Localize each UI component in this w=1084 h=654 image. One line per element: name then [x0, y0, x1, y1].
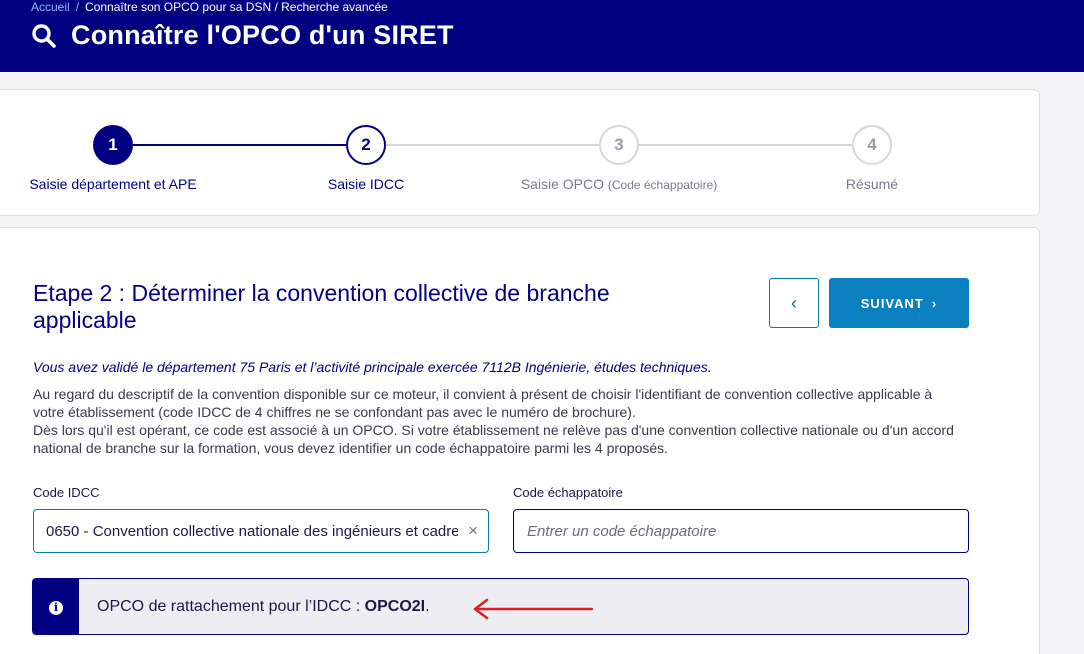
opco-info-text: OPCO de rattachement pour l’IDCC : OPCO2…	[97, 598, 430, 616]
breadcrumb-home-link[interactable]: Accueil	[31, 0, 70, 14]
description-paragraph-2: Dès lors qu'il est opérant, ce code est …	[33, 422, 954, 456]
escape-code-input[interactable]	[513, 509, 969, 553]
step-content-card: Etape 2 : Déterminer la convention colle…	[0, 227, 1040, 654]
description: Au regard du descriptif de la convention…	[33, 385, 963, 457]
info-icon: i	[49, 600, 63, 615]
step-3-sublabel: (Code échappatoire)	[607, 178, 718, 192]
description-paragraph-1: Au regard du descriptif de la convention…	[33, 386, 933, 420]
opco-info-prefix: OPCO de rattachement pour l’IDCC :	[97, 598, 365, 615]
step-2-label: Saisie IDCC	[327, 176, 405, 192]
step-2-circle[interactable]: 2	[346, 125, 386, 165]
idcc-field-label: Code IDCC	[33, 485, 100, 500]
breadcrumb-current: Connaître son OPCO pour sa DSN / Recherc…	[85, 0, 388, 14]
chevron-right-icon: ›	[931, 295, 938, 311]
site-header: Accueil / Connaître son OPCO pour sa DSN /…	[0, 0, 1084, 72]
clear-icon[interactable]: ×	[468, 521, 478, 541]
search-icon	[32, 23, 56, 48]
escape-code-field-label: Code échappatoire	[513, 485, 623, 500]
idcc-combobox[interactable]: 0650 - Convention collective nationale d…	[33, 509, 489, 553]
step-connector-2	[386, 144, 599, 146]
step-connector-3	[639, 144, 852, 146]
page-title: Connaître l'OPCO d'un SIRET	[71, 20, 454, 50]
validated-summary: Vous avez validé le département 75 Paris…	[33, 359, 712, 375]
stepper: 1 2 3 4 Saisie département et APE Saisie…	[0, 89, 1040, 216]
step-connector-1	[133, 144, 346, 146]
step-3-label: Saisie OPCO (Code échappatoire)	[521, 176, 718, 192]
chevron-left-icon: ‹	[791, 292, 797, 313]
next-button-label: SUIVANT	[860, 295, 924, 311]
step-3-circle: 3	[599, 125, 639, 165]
page-title-row: Connaître l'OPCO d'un SIRET	[31, 20, 454, 51]
opco-name: OPCO2I	[364, 598, 426, 615]
annotation-arrow-icon	[473, 598, 594, 620]
next-button[interactable]: SUIVANT ›	[829, 278, 969, 328]
breadcrumb-separator: /	[75, 0, 80, 14]
step-3-label-main: Saisie OPCO	[520, 176, 604, 192]
step-1-label: Saisie département et APE	[29, 176, 197, 192]
idcc-selected-value: 0650 - Convention collective nationale d…	[46, 522, 458, 540]
step-1-circle[interactable]: 1	[93, 125, 133, 165]
step-title: Etape 2 : Déterminer la convention colle…	[33, 280, 610, 333]
step-4-label: Résumé	[845, 176, 899, 192]
breadcrumb: Accueil / Connaître son OPCO pour sa DSN /…	[31, 0, 388, 14]
info-alert-sidebar: i	[33, 579, 79, 634]
step-4-circle: 4	[852, 125, 892, 165]
previous-button[interactable]: ‹	[769, 278, 819, 328]
opco-info-suffix: .	[425, 598, 430, 615]
